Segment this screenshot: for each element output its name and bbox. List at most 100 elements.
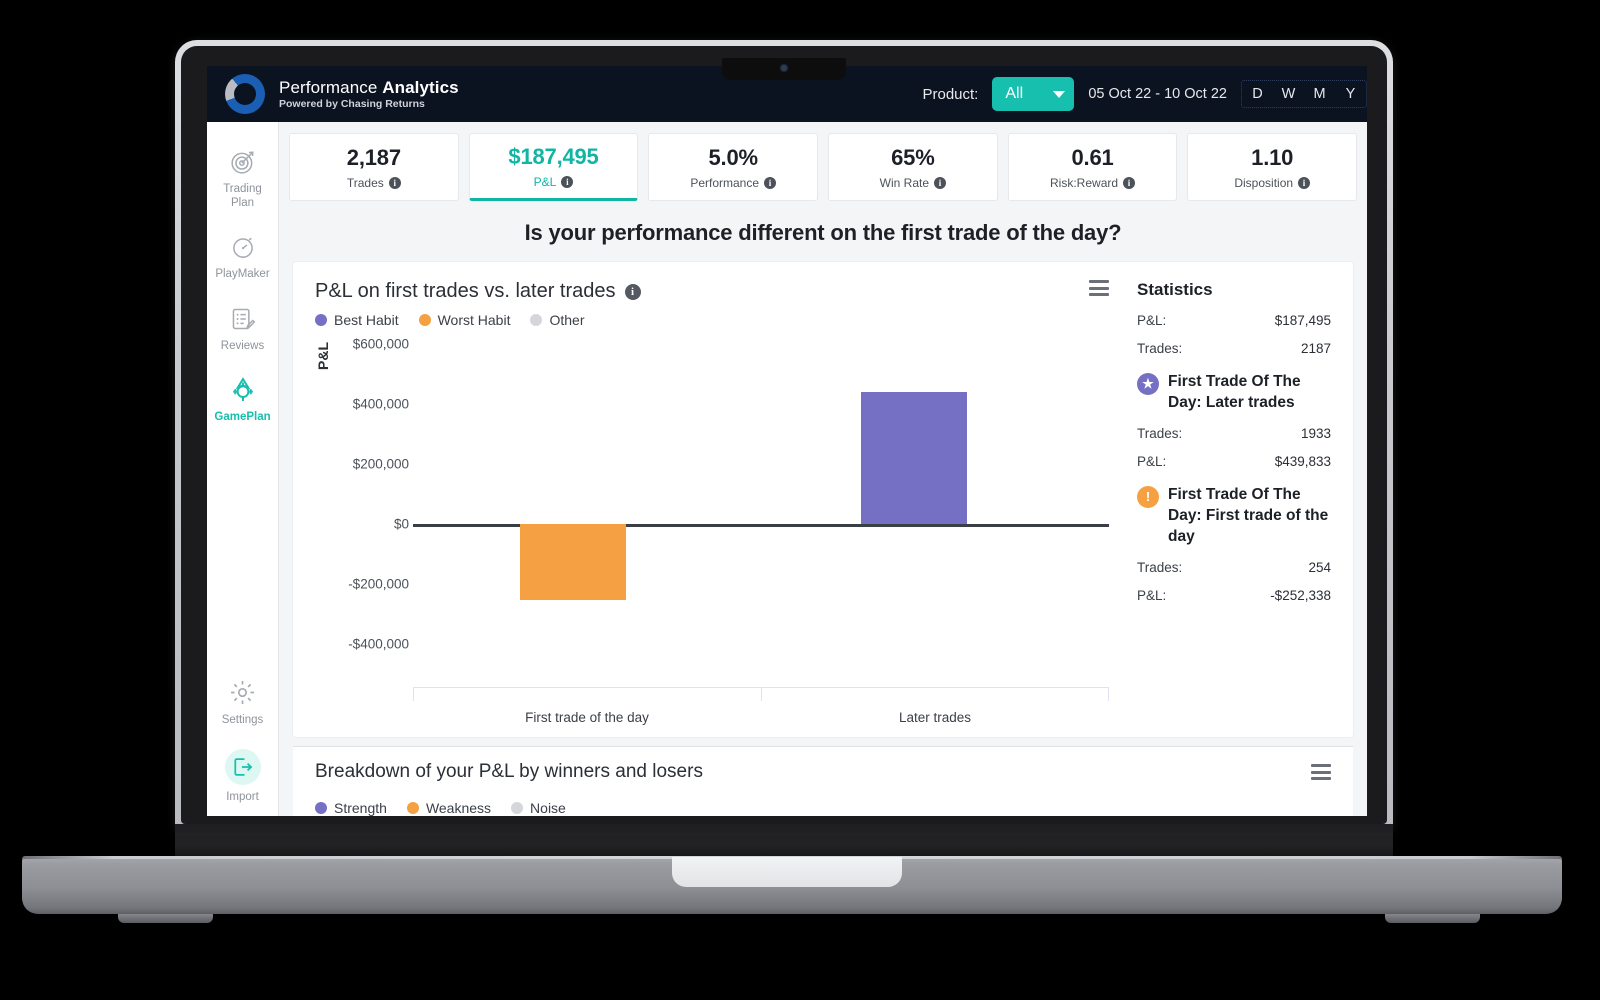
chart-menu-button[interactable] — [1089, 280, 1109, 296]
sidebar-item-label: GamePlan — [214, 411, 271, 424]
app-subtitle: Powered by Chasing Returns — [279, 98, 425, 111]
sidebar-item-label: Trading Plan — [223, 183, 262, 209]
sidebar-item-settings[interactable]: Settings — [207, 667, 279, 739]
sidebar-item-label: Import — [226, 791, 259, 804]
kpi-card-win-rate[interactable]: 65% Win Rate i — [828, 133, 998, 201]
info-icon[interactable]: i — [934, 176, 947, 189]
info-icon[interactable]: i — [1298, 176, 1311, 189]
sidebar-item-gameplan[interactable]: GamePlan — [207, 364, 279, 436]
app-title-light: Performance — [279, 77, 383, 97]
period-tabs: DWMY — [1241, 80, 1367, 108]
x-axis-tick-label: First trade of the day — [525, 710, 649, 725]
info-icon[interactable]: i — [388, 176, 401, 189]
gear-icon — [229, 678, 256, 708]
kpi-label: Performance i — [690, 176, 777, 190]
period-tab-m[interactable]: M — [1304, 81, 1335, 107]
stat-value: 1933 — [1300, 425, 1331, 441]
star-badge-icon: ★ — [1137, 373, 1159, 395]
breakdown-title: Breakdown of your P&L by winners and los… — [315, 761, 703, 782]
app-title: Performance Analytics — [279, 78, 459, 98]
bar-first-trade-of-the-day[interactable] — [520, 524, 627, 600]
stat-row: Trades: 2187 — [1137, 341, 1331, 356]
legend-color-dot — [511, 802, 524, 814]
legend-item-best-habit[interactable]: Best Habit — [315, 312, 399, 328]
legend-color-dot — [315, 802, 327, 814]
brand: Performance Analytics Powered by Chasing… — [207, 74, 459, 114]
sidebar-item-playmaker[interactable]: PlayMaker — [207, 221, 279, 293]
legend-label: Weakness — [425, 800, 492, 816]
kpi-value: 0.61 — [1071, 144, 1114, 170]
stat-value: 2187 — [1300, 341, 1331, 356]
product-select-value: All — [1005, 85, 1024, 102]
kpi-value: 65% — [891, 144, 935, 170]
info-icon[interactable]: i — [624, 283, 641, 300]
sidebar-item-reviews[interactable]: Reviews — [207, 293, 279, 365]
y-axis-tick-label: $200,000 — [352, 456, 409, 472]
laptop-foot-right — [1385, 914, 1480, 923]
kpi-card-disposition[interactable]: 1.10 Disposition i — [1187, 133, 1358, 201]
laptop-hinge — [175, 824, 1393, 860]
stat-value: $187,495 — [1274, 313, 1331, 328]
stat-row: P&L: -$252,338 — [1137, 588, 1331, 603]
import-arrow-icon — [224, 749, 261, 786]
chart-title: P&L on first trades vs. later trades i — [315, 280, 641, 303]
date-range-picker[interactable]: 05 Oct 22 - 10 Oct 22 — [1088, 86, 1227, 102]
breakdown-legend-item-strength[interactable]: Strength — [315, 800, 387, 816]
webcam-icon — [781, 65, 787, 71]
kpi-card-risk-reward[interactable]: 0.61 Risk:Reward i — [1007, 133, 1178, 201]
y-axis-ticks: $600,000 $400,000 $200,000 $0 -$200,000 -$400… — [331, 336, 413, 737]
kpi-label: Trades i — [347, 176, 401, 190]
breakdown-section: Breakdown of your P&L by winners and los… — [293, 746, 1353, 816]
laptop-lid-notch — [672, 857, 902, 887]
sidebar-item-tradingplan[interactable]: Trading Plan — [207, 136, 279, 221]
kpi-card-p-l[interactable]: $187,495 P&L i — [468, 133, 639, 201]
question-banner: Is your performance different on the fir… — [279, 210, 1367, 262]
kpi-card-trades[interactable]: 2,187 Trades i — [289, 133, 459, 201]
sidebar-item-import[interactable]: Import — [207, 738, 279, 816]
stat-row: Trades: 254 — [1137, 560, 1331, 575]
stat-label: P&L: — [1137, 453, 1167, 469]
legend-label: Worst Habit — [437, 312, 511, 328]
stat-group-header: ! First Trade Of The Day: First trade of … — [1137, 485, 1331, 548]
notes-pencil-icon — [230, 304, 256, 334]
y-axis-title: P&L — [315, 342, 331, 370]
stat-group-name: First Trade Of The Day: First trade of t… — [1168, 485, 1329, 545]
legend-color-dot — [315, 314, 327, 326]
hamburger-menu-icon — [1089, 280, 1109, 296]
zero-baseline — [413, 524, 1109, 527]
sidebar-item-label: PlayMaker — [215, 268, 270, 281]
bar-later-trades[interactable] — [861, 392, 968, 524]
stopwatch-icon — [230, 232, 256, 262]
legend-item-other[interactable]: Other — [530, 312, 584, 328]
kpi-card-performance[interactable]: 5.0% Performance i — [648, 133, 819, 201]
stat-row: Trades: 1933 — [1137, 426, 1331, 441]
period-tab-w[interactable]: W — [1273, 81, 1304, 107]
chart-legend: Best Habit Worst Habit Other — [315, 312, 1131, 328]
warning-badge-icon: ! — [1137, 485, 1159, 508]
kpi-label: Win Rate i — [880, 176, 947, 190]
sidebar: Trading Plan PlayMaker Reviews GamePlan Setti… — [207, 122, 279, 816]
stat-row: P&L: $439,833 — [1137, 454, 1331, 469]
app-title-bold: Analytics — [382, 77, 459, 97]
legend-label: Other — [549, 312, 585, 328]
breakdown-legend-item-weakness[interactable]: Weakness — [406, 800, 492, 816]
breakdown-menu-button[interactable] — [1311, 764, 1331, 780]
screen-content: Performance Analytics Powered by Chasing… — [207, 66, 1367, 816]
laptop-foot-left — [118, 914, 213, 923]
stat-value: $439,833 — [1274, 453, 1331, 469]
laptop-mockup: Performance Analytics Powered by Chasing… — [0, 0, 1600, 1000]
statistics-panel: Statistics P&L: $187,495 Trades: 2187 ★ First… — [1131, 262, 1353, 737]
info-icon[interactable]: i — [764, 176, 777, 189]
kpi-label: Risk:Reward i — [1050, 176, 1136, 190]
period-tab-y[interactable]: Y — [1335, 81, 1366, 107]
info-icon[interactable]: i — [1123, 176, 1136, 189]
info-icon[interactable]: i — [561, 175, 574, 188]
breakdown-legend: Strength Weakness Noise — [315, 800, 1331, 816]
period-tab-d[interactable]: D — [1242, 81, 1273, 107]
legend-item-worst-habit[interactable]: Worst Habit — [418, 312, 511, 328]
product-select[interactable]: All — [992, 77, 1075, 111]
chart-title-text: P&L on first trades vs. later trades — [315, 280, 616, 302]
stat-group-header: ★ First Trade Of The Day: Later trades — [1137, 372, 1331, 414]
stat-label: Trades: — [1137, 559, 1183, 575]
breakdown-legend-item-noise[interactable]: Noise — [511, 800, 566, 816]
